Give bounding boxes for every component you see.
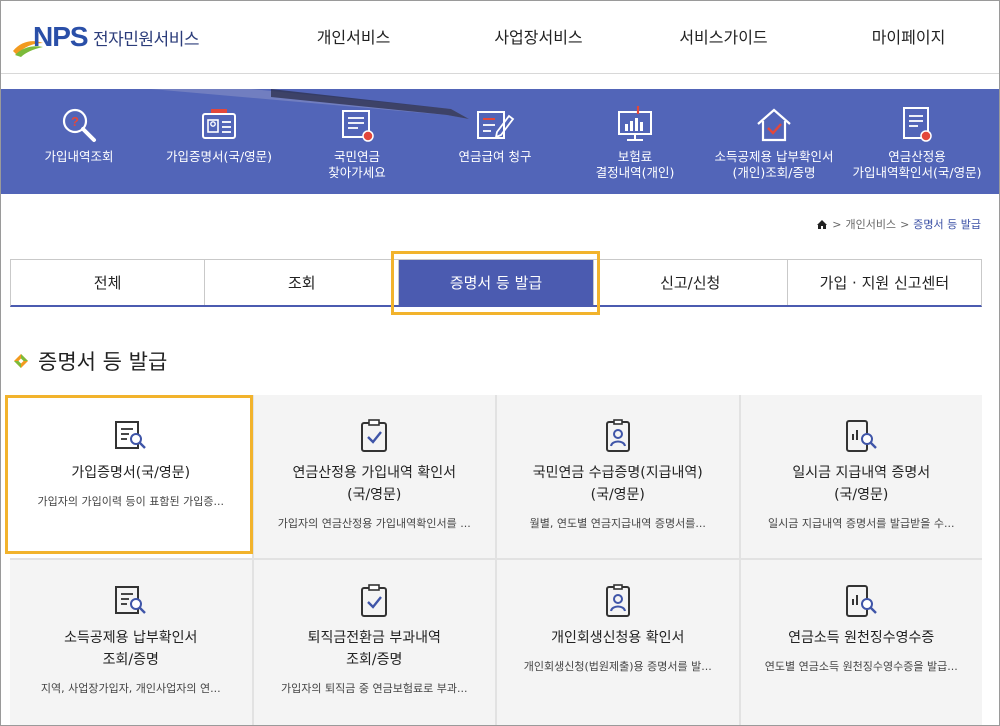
breadcrumb-item-personal[interactable]: 개인서비스 xyxy=(845,216,896,232)
nav-item-personal[interactable]: 개인서비스 xyxy=(261,1,446,74)
card-enrollment-certificate[interactable]: 가입증명서(국/영문) 가입자의 가입이력 등이 표함된 가입증... xyxy=(10,395,252,558)
quick-item-pension-calc-confirm[interactable]: 연금산정용 가입내역확인서(국/영문) xyxy=(847,89,987,194)
quick-item-label: 연금산정용 가입내역확인서(국/영문) xyxy=(852,149,982,180)
breadcrumb-separator-icon: > xyxy=(832,217,842,231)
card-severance-conversion[interactable]: 퇴직금전환금 부과내역 조회/증명 가입자의 퇴직금 중 연금보험료로 부과..… xyxy=(253,560,495,725)
quick-item-find-pension[interactable]: 국민연금 찾아가세요 xyxy=(307,89,407,194)
card-title: 연금산정용 가입내역 확인서 (국/영문) xyxy=(292,465,456,503)
card-description: 가입자의 가입이력 등이 표함된 가입증... xyxy=(37,495,224,508)
nps-logo-mark: NPS xyxy=(11,15,91,59)
tablet-search-icon xyxy=(844,419,878,453)
quick-item-tax-deduction[interactable]: 소득공제용 납부확인서 (개인)조회/증명 xyxy=(704,89,844,194)
svg-text:?: ? xyxy=(71,114,79,129)
quick-item-benefit-claim[interactable]: 연금급여 청구 xyxy=(445,89,545,194)
card-description: 가입자의 연금산정용 가입내역확인서를 ... xyxy=(277,517,471,530)
card-description: 가입자의 퇴직금 중 연금보험료로 부과... xyxy=(281,682,468,695)
quick-item-label: 보험료 결정내역(개인) xyxy=(595,149,675,180)
nav-item-business[interactable]: 사업장서비스 xyxy=(446,1,631,74)
house-check-icon xyxy=(754,105,794,145)
breadcrumb: > 개인서비스 > 증명서 등 발급 xyxy=(816,216,981,232)
quick-menu-banner: ? 가입내역조회 가입증명서(국/영문) 국민연금 찾아가세요 연금급여 청구 … xyxy=(1,89,999,194)
quick-item-label: 국민연금 찾아가세요 xyxy=(328,149,386,180)
document-search-icon xyxy=(114,584,148,618)
quick-item-label: 가입증명서(국/영문) xyxy=(166,149,272,164)
nav-item-guide[interactable]: 서비스가이드 xyxy=(631,1,816,74)
card-rehabilitation-confirmation[interactable]: 개인회생신청용 확인서 개인회생신청(법원제출)용 증명서를 발... xyxy=(497,560,739,725)
category-tabs: 전체 조회 증명서 등 발급 신고/신청 가입 · 지원 신고센터 xyxy=(10,259,982,307)
logo-text: 전자민원서비스 xyxy=(93,30,199,50)
tab-lookup[interactable]: 조회 xyxy=(205,260,400,305)
section-title-text: 증명서 등 발급 xyxy=(38,350,168,374)
id-badge-icon xyxy=(603,419,633,453)
tab-certificate-issuance[interactable]: 증명서 등 발급 xyxy=(399,260,594,305)
card-description: 일시금 지급내역 증명서를 발급받을 수... xyxy=(768,517,955,530)
site-header: NPS 전자민원서비스 개인서비스 사업장서비스 서비스가이드 마이페이지 xyxy=(1,1,999,74)
quick-item-premium-decision[interactable]: 보험료 결정내역(개인) xyxy=(585,89,685,194)
tab-report-application[interactable]: 신고/신청 xyxy=(593,260,788,305)
quick-item-label: 가입내역조회 xyxy=(44,149,114,164)
tab-enrollment-support-center[interactable]: 가입 · 지원 신고센터 xyxy=(787,260,982,305)
quick-item-enrollment-certificate[interactable]: 가입증명서(국/영문) xyxy=(159,89,279,194)
clipboard-check-icon xyxy=(359,419,389,453)
card-description: 지역, 사업장가입자, 개인사업자의 연... xyxy=(40,682,221,695)
quick-item-label: 연금급여 청구 xyxy=(458,149,532,164)
breadcrumb-separator-icon: > xyxy=(900,217,910,231)
section-title: 증명서 등 발급 xyxy=(12,346,167,376)
card-title: 국민연금 수급증명(지급내역) (국/영문) xyxy=(532,465,703,503)
card-title: 가입증명서(국/영문) xyxy=(71,465,191,481)
card-tax-deduction-confirmation[interactable]: 소득공제용 납부확인서 조회/증명 지역, 사업장가입자, 개인사업자의 연..… xyxy=(10,560,252,725)
card-lump-sum-certificate[interactable]: 일시금 지급내역 증명서 (국/영문) 일시금 지급내역 증명서를 발급받을 수… xyxy=(740,395,982,558)
card-title: 퇴직금전환금 부과내역 조회/증명 xyxy=(307,630,441,668)
quick-item-enrollment-lookup[interactable]: ? 가입내역조회 xyxy=(29,89,129,194)
card-title: 소득공제용 납부확인서 조회/증명 xyxy=(64,630,198,668)
card-pension-calc-confirmation[interactable]: 연금산정용 가입내역 확인서 (국/영문) 가입자의 연금산정용 가입내역확인서… xyxy=(253,395,495,558)
browser-frame: NPS 전자민원서비스 개인서비스 사업장서비스 서비스가이드 마이페이지 ? xyxy=(0,0,1000,726)
card-description: 월별, 연도별 연금지급내역 증명서를... xyxy=(529,517,706,530)
breadcrumb-item-current: 증명서 등 발급 xyxy=(913,218,981,231)
card-title: 일시금 지급내역 증명서 (국/영문) xyxy=(792,465,931,503)
service-card-grid: 가입증명서(국/영문) 가입자의 가입이력 등이 표함된 가입증... 연금산정… xyxy=(10,395,982,725)
monitor-chart-icon xyxy=(616,105,654,145)
form-pen-icon xyxy=(475,105,515,145)
card-title: 개인회생신청용 확인서 xyxy=(551,630,685,646)
id-card-icon xyxy=(200,105,238,145)
tablet-search-icon xyxy=(844,584,878,618)
quick-item-label: 소득공제용 납부확인서 (개인)조회/증명 xyxy=(714,149,834,180)
card-withholding-receipt[interactable]: 연금소득 원천징수영수증 연도별 연금소득 원천징수영수증을 발급... xyxy=(740,560,982,725)
magnifier-icon: ? xyxy=(60,105,98,145)
card-title: 연금소득 원천징수영수증 xyxy=(788,630,935,646)
id-badge-icon xyxy=(603,584,633,618)
home-icon[interactable] xyxy=(816,219,828,230)
document-search-icon xyxy=(338,105,376,145)
diamond-bullet-icon xyxy=(14,354,28,368)
card-description: 개인회생신청(법원제출)용 증명서를 발... xyxy=(523,660,712,673)
clipboard-check-icon xyxy=(359,584,389,618)
card-pension-receipt-certificate[interactable]: 국민연금 수급증명(지급내역) (국/영문) 월별, 연도별 연금지급내역 증명… xyxy=(497,395,739,558)
nav-item-mypage[interactable]: 마이페이지 xyxy=(816,1,999,74)
tab-all[interactable]: 전체 xyxy=(11,260,206,305)
main-nav: 개인서비스 사업장서비스 서비스가이드 마이페이지 xyxy=(261,1,999,74)
card-description: 연도별 연금소득 원천징수영수증을 발급... xyxy=(764,660,958,673)
document-search-icon xyxy=(898,105,936,145)
site-logo[interactable]: NPS 전자민원서비스 xyxy=(11,15,199,59)
logo-mark-text: NPS xyxy=(33,21,89,52)
document-search-icon xyxy=(114,419,148,453)
